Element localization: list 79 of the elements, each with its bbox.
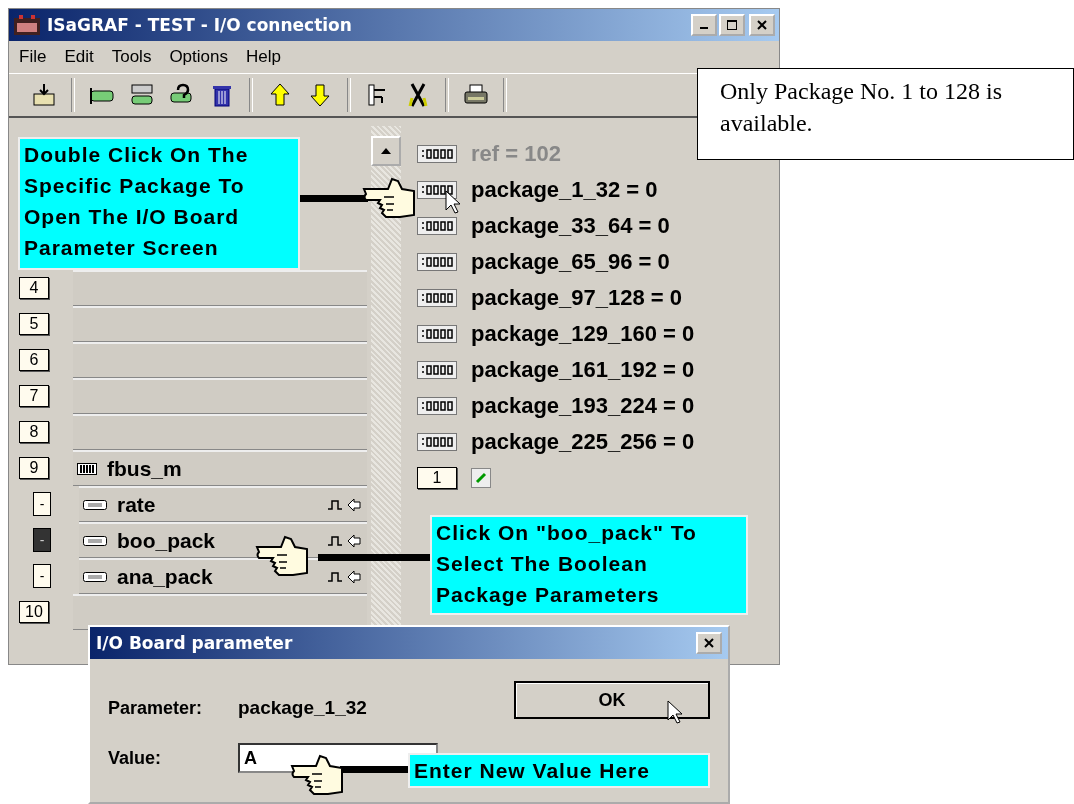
register-icon — [417, 253, 457, 271]
slot-number[interactable]: 10 — [19, 601, 49, 623]
parameter-item[interactable]: package_1_32 = 0 — [471, 177, 658, 203]
register-icon — [417, 289, 457, 307]
pointing-hand-icon — [255, 533, 309, 577]
parameter-item[interactable]: package_161_192 = 0 — [471, 357, 695, 383]
menu-item[interactable]: Options — [169, 47, 228, 67]
value-label: Value: — [108, 747, 163, 769]
pointing-hand-icon — [290, 752, 344, 796]
register-icon — [417, 217, 457, 235]
slot-cell[interactable]: fbus_m — [73, 450, 367, 486]
hint-callout: Double Click On The Specific Package To Open The I/O Board Parameter Screen — [18, 137, 300, 270]
minimize-button[interactable] — [691, 14, 717, 36]
menu-item[interactable]: Tools — [111, 47, 152, 67]
import-tray-icon[interactable] — [31, 82, 57, 108]
maximize-icon — [727, 20, 737, 30]
package-name[interactable]: rate — [117, 492, 156, 517]
channel-number[interactable]: 1 — [417, 467, 457, 489]
register-icon — [417, 397, 457, 415]
parameter-item[interactable]: package_129_160 = 0 — [471, 321, 695, 347]
package-marker[interactable]: - — [33, 564, 51, 588]
register-icon — [417, 325, 457, 343]
slot-cell[interactable] — [73, 306, 367, 342]
down-arrow-icon[interactable] — [307, 82, 333, 108]
app-icon — [13, 14, 41, 36]
slot-number[interactable]: 4 — [19, 277, 49, 299]
up-arrow-icon[interactable] — [267, 82, 293, 108]
cursor-arrow-icon — [445, 190, 461, 214]
dialog-title: I/O Board parameter — [96, 633, 293, 653]
package-icon — [83, 499, 107, 510]
close-button[interactable] — [696, 632, 722, 654]
slot-number[interactable]: 6 — [19, 349, 49, 371]
hint-callout: Enter New Value Here — [408, 753, 710, 788]
menu-item[interactable]: File — [19, 47, 47, 67]
package-icon — [83, 535, 107, 546]
pointing-hand-icon — [362, 175, 416, 219]
minimize-icon — [700, 27, 708, 29]
window-title: ISaGRAF - TEST - I/O connection — [47, 15, 352, 35]
ok-button[interactable]: OK — [514, 681, 710, 719]
parameter-item[interactable]: package_97_128 = 0 — [471, 285, 682, 311]
slot-cell[interactable] — [73, 270, 367, 306]
slot-cell[interactable] — [73, 414, 367, 450]
menu-item[interactable]: Help — [246, 47, 281, 67]
slot-cell[interactable] — [73, 342, 367, 378]
slot-number[interactable]: 9 — [19, 457, 49, 479]
parameter-label: Parameter: — [108, 697, 204, 719]
up-triangle-icon — [381, 148, 391, 154]
parameter-item[interactable]: package_33_64 = 0 — [471, 213, 670, 239]
scroll-up-button[interactable] — [371, 136, 401, 166]
hint-callout: Click On "boo_pack" To Select The Boolean Package Parameters — [430, 515, 748, 615]
boards-icon[interactable] — [129, 82, 155, 108]
slot-number[interactable]: 8 — [19, 421, 49, 443]
parameter-item[interactable]: package_193_224 = 0 — [471, 393, 695, 419]
board-icon — [77, 462, 97, 475]
menu-item[interactable]: Edit — [64, 47, 94, 67]
cursor-arrow-icon — [667, 700, 683, 724]
register-icon — [417, 181, 457, 199]
package-marker[interactable]: - — [33, 492, 51, 516]
register-icon — [417, 145, 457, 163]
close-icon — [704, 638, 714, 648]
pulse-input-icon — [327, 569, 363, 584]
maximize-button[interactable] — [719, 14, 745, 36]
slot-cell[interactable] — [73, 378, 367, 414]
register-icon — [417, 361, 457, 379]
close-button[interactable] — [749, 14, 775, 36]
pulse-input-icon — [327, 533, 363, 548]
package-icon — [83, 571, 107, 582]
pencil-icon[interactable] — [471, 468, 491, 488]
parameter-item[interactable]: package_65_96 = 0 — [471, 249, 670, 275]
parameter-value: package_1_32 — [238, 697, 367, 719]
slot-number[interactable]: 5 — [19, 313, 49, 335]
package-marker[interactable]: - — [33, 528, 51, 552]
pulse-input-icon — [327, 497, 363, 512]
board-name: fbus_m — [107, 456, 182, 481]
register-icon — [417, 433, 457, 451]
parameter-item[interactable]: package_225_256 = 0 — [471, 429, 695, 455]
note-callout: Only Package No. 1 to 128 is available. — [697, 68, 1074, 160]
close-icon — [757, 20, 767, 30]
slot-number[interactable]: 7 — [19, 385, 49, 407]
